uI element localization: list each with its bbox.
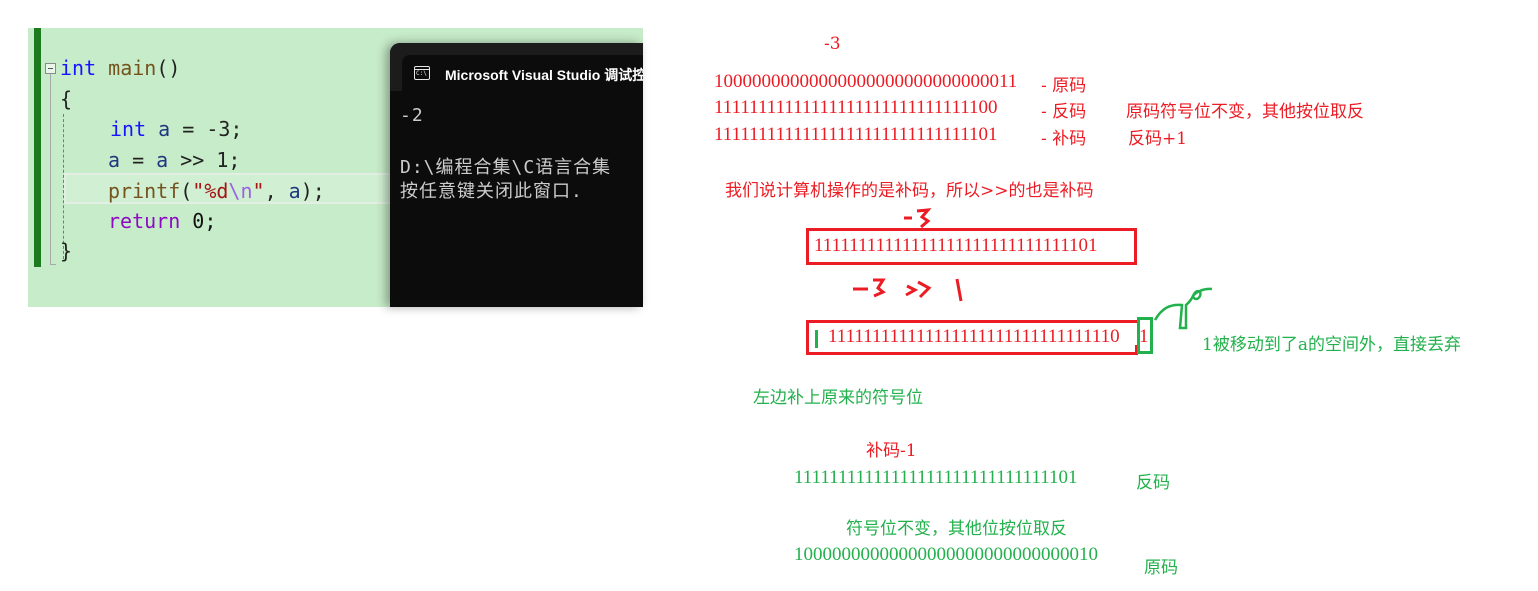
console-output-path: D:\编程合集\C语言合集 <box>400 157 612 178</box>
cmd-icon-text: C:\ <box>416 70 427 77</box>
original-code-label: - 原码 <box>1041 76 1087 96</box>
code-token: ( <box>180 179 193 203</box>
fold-guide-end <box>50 264 56 265</box>
ones-complement-label: - 反码 <box>1041 102 1087 122</box>
code-token: >> 1; <box>168 148 241 172</box>
code-token: () <box>156 56 181 80</box>
code-line-5[interactable]: printf("%d\n", a); <box>108 178 325 204</box>
code-token: = -3; <box>170 117 243 141</box>
code-line-2[interactable]: { <box>60 86 72 112</box>
handwritten-shift-expression <box>853 278 963 302</box>
code-token: a <box>288 179 301 203</box>
console-output-value: -2 <box>400 105 424 126</box>
cmd-icon: C:\ <box>414 66 430 80</box>
dropped-bit-note: 1被移动到了a的空间外，直接丢弃 <box>1202 335 1461 355</box>
code-token: a <box>156 148 169 172</box>
result-original-binary: 10000000000000000000000000000010 <box>794 544 1098 565</box>
code-token: { <box>60 87 73 111</box>
invert-rule: 符号位不变，其他位按位取反 <box>846 519 1067 539</box>
minus-one-label: 补码-1 <box>866 441 917 461</box>
code-token: , <box>264 179 289 203</box>
code-line-3[interactable]: int a = -3; <box>110 116 242 142</box>
code-token: return <box>108 209 181 233</box>
code-token: a <box>108 148 121 172</box>
code-token: "%d <box>192 179 229 203</box>
result-ones-label: 反码 <box>1136 473 1170 493</box>
code-token: int <box>110 117 147 141</box>
handwritten-neg3 <box>904 208 932 229</box>
dropped-bit: 1 <box>1139 326 1149 347</box>
code-token: main <box>108 56 157 80</box>
code-line-6[interactable]: return 0; <box>108 208 216 234</box>
twos-complement-rule: 反码+1 <box>1128 129 1188 149</box>
complement-statement: 我们说计算机操作的是补码，所以>>的也是补码 <box>725 181 1094 201</box>
code-line-4[interactable]: a = a >> 1; <box>108 147 240 173</box>
code-token: ); <box>300 179 325 203</box>
ones-complement-binary: 11111111111111111111111111111100 <box>714 97 998 118</box>
original-code-binary: 10000000000000000000000000000011 <box>714 71 1018 92</box>
code-line-7[interactable]: } <box>60 238 72 264</box>
collapse-icon[interactable] <box>45 63 56 74</box>
twos-complement-binary: 11111111111111111111111111111101 <box>714 124 998 145</box>
sign-bit-fill-marker <box>815 330 818 348</box>
console-output-close-hint: 按任意键关闭此窗口. <box>400 181 583 202</box>
code-token: a <box>158 117 171 141</box>
result-original-label: 原码 <box>1144 558 1178 578</box>
neg3-label: -3 <box>824 34 841 54</box>
sign-fill-note: 左边补上原来的符号位 <box>753 388 923 408</box>
result-ones-binary: 11111111111111111111111111111101 <box>794 467 1078 488</box>
after-shift-binary: 111111111111111111111111111111110 <box>828 326 1120 347</box>
code-token: 0; <box>180 209 217 233</box>
console-title: Microsoft Visual Studio 调试控制台 <box>445 67 643 83</box>
twos-complement-label: - 补码 <box>1041 129 1087 149</box>
code-token: int <box>60 56 97 80</box>
code-token: \n <box>228 179 253 203</box>
code-token: printf <box>108 179 181 203</box>
before-shift-binary: 11111111111111111111111111111101 <box>814 235 1098 256</box>
ones-complement-rule: 原码符号位不变，其他按位取反 <box>1126 102 1364 122</box>
fold-guide <box>50 74 51 264</box>
code-token: " <box>252 179 265 203</box>
change-tracking-bar <box>34 28 41 267</box>
code-token: } <box>60 239 73 263</box>
debug-console-window[interactable]: C:\ Microsoft Visual Studio 调试控制台 -2 D:\… <box>390 43 643 307</box>
code-token: = <box>120 148 157 172</box>
code-line-1[interactable]: int main() <box>60 55 180 81</box>
